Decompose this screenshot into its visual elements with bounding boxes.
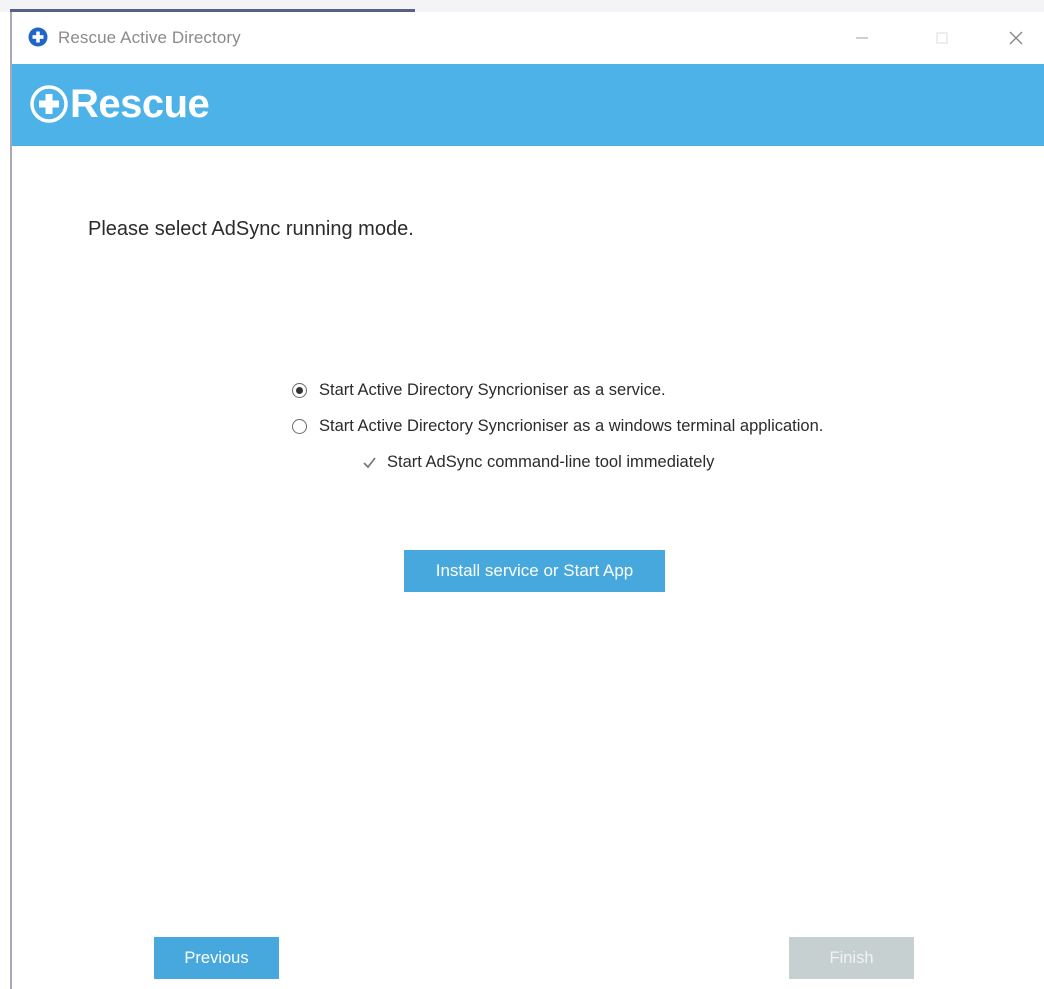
radio-terminal-app[interactable] xyxy=(292,418,307,434)
close-icon[interactable] xyxy=(996,18,1036,58)
radio-selected-dot xyxy=(296,386,303,394)
option-terminal-app[interactable]: Start Active Directory Syncrioniser as a… xyxy=(292,408,823,444)
app-window: Rescue Active Directory Rescue Please se… xyxy=(10,12,1044,989)
option-service[interactable]: Start Active Directory Syncrioniser as a… xyxy=(292,372,823,408)
previous-button[interactable]: Previous xyxy=(154,937,279,979)
rescue-logo: Rescue xyxy=(30,82,210,126)
install-or-start-button[interactable]: Install service or Start App xyxy=(404,550,665,592)
desktop-edge xyxy=(0,0,1044,12)
rescue-app-icon xyxy=(28,27,48,47)
finish-button[interactable]: Finish xyxy=(789,937,914,979)
title-bar[interactable]: Rescue Active Directory xyxy=(12,12,1044,64)
page-prompt: Please select AdSync running mode. xyxy=(88,218,414,240)
checkmark-icon[interactable] xyxy=(362,455,377,470)
maximize-icon[interactable] xyxy=(922,18,962,58)
window-title: Rescue Active Directory xyxy=(58,28,241,47)
start-cli-checkbox-label: Start AdSync command-line tool immediate… xyxy=(387,452,715,471)
running-mode-options: Start Active Directory Syncrioniser as a… xyxy=(292,372,823,480)
radio-service[interactable] xyxy=(292,382,307,398)
header-banner: Rescue xyxy=(12,64,1044,146)
option-terminal-app-label: Start Active Directory Syncrioniser as a… xyxy=(319,416,824,435)
plus-circle-icon xyxy=(30,85,68,123)
option-service-label: Start Active Directory Syncrioniser as a… xyxy=(319,380,666,399)
screen: Rescue Active Directory Rescue Please se… xyxy=(0,0,1044,989)
brand-name: Rescue xyxy=(70,82,210,126)
start-cli-checkbox-row[interactable]: Start AdSync command-line tool immediate… xyxy=(362,444,823,480)
minimize-icon[interactable] xyxy=(842,18,882,58)
